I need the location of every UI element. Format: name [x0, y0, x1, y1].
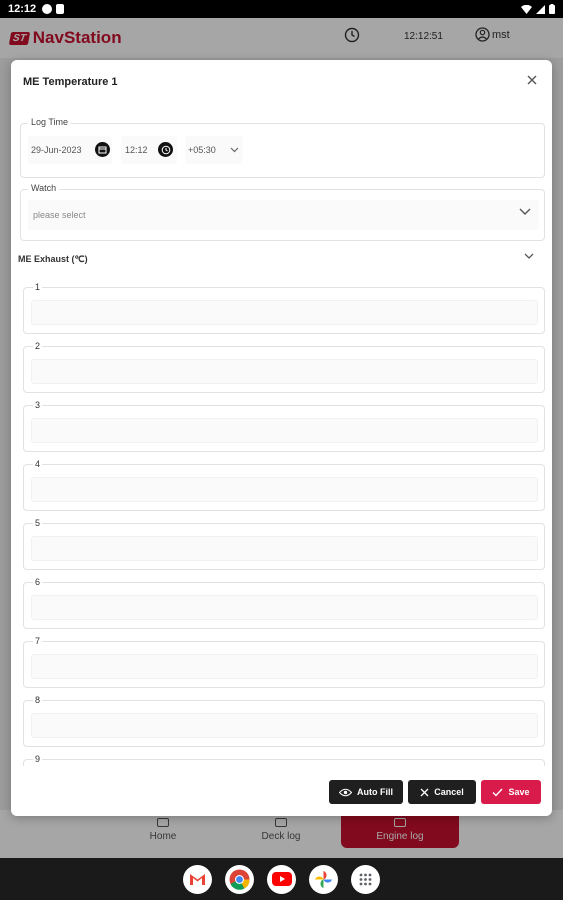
chevron-down-icon: [519, 208, 531, 215]
android-dock: [0, 858, 563, 900]
apps-grid-icon[interactable]: [351, 864, 380, 894]
auto-fill-button[interactable]: Auto Fill: [329, 780, 403, 804]
cancel-label: Cancel: [434, 787, 464, 797]
log-time-group: Log Time 29-Jun-2023 12:12 +05:30: [20, 117, 545, 178]
auto-fill-label: Auto Fill: [357, 787, 393, 797]
me-exhaust-section-header[interactable]: ME Exhaust (℃): [18, 252, 538, 266]
field-input[interactable]: [31, 595, 538, 620]
section-title: ME Exhaust (℃): [18, 253, 88, 264]
exhaust-field: 3: [23, 400, 545, 452]
exhaust-field: 8: [23, 695, 545, 747]
field-label: 4: [33, 459, 43, 469]
timezone-value: +05:30: [188, 145, 216, 155]
exhaust-field: 1: [23, 282, 545, 334]
status-bar: 12:12: [0, 0, 563, 18]
clock-picker-icon[interactable]: [158, 142, 173, 157]
me-temperature-dialog: ME Temperature 1 Log Time 29-Jun-2023 12…: [11, 60, 552, 816]
field-label: 5: [33, 518, 43, 528]
exhaust-field: 5: [23, 518, 545, 570]
exhaust-field: 6: [23, 577, 545, 629]
battery-icon: [549, 4, 555, 14]
field-label: 6: [33, 577, 43, 587]
field-label: 3: [33, 400, 43, 410]
status-time: 12:12: [8, 3, 37, 15]
save-label: Save: [508, 787, 530, 797]
watch-placeholder: please select: [33, 210, 86, 220]
check-icon: [492, 788, 503, 797]
exhaust-field: 2: [23, 341, 545, 393]
log-time-label: Log Time: [28, 117, 72, 127]
storage-status-icon: [56, 4, 65, 14]
signal-icon: [536, 4, 545, 14]
field-label: 2: [33, 341, 43, 351]
chevron-down-icon: [524, 253, 534, 259]
exhaust-field: 7: [23, 636, 545, 688]
wifi-icon: [521, 4, 532, 14]
settings-status-icon: [42, 4, 53, 14]
dialog-title: ME Temperature 1: [23, 76, 118, 88]
date-picker[interactable]: 29-Jun-2023: [28, 136, 112, 164]
calendar-icon[interactable]: [95, 142, 110, 157]
photos-icon[interactable]: [309, 864, 338, 894]
date-value: 29-Jun-2023: [31, 145, 82, 155]
watch-select[interactable]: please select: [28, 200, 539, 230]
chevron-down-icon: [230, 147, 239, 153]
field-label: 1: [33, 282, 43, 292]
exhaust-field-list[interactable]: 1 2 3 4 5 6 7 8 9: [23, 282, 545, 766]
field-label: 8: [33, 695, 43, 705]
close-icon[interactable]: [524, 72, 540, 88]
exhaust-field: 4: [23, 459, 545, 511]
cancel-button[interactable]: Cancel: [408, 780, 476, 804]
field-input[interactable]: [31, 654, 538, 679]
field-input[interactable]: [31, 713, 538, 738]
eye-icon: [339, 788, 352, 796]
time-picker[interactable]: 12:12: [121, 136, 177, 164]
time-value: 12:12: [125, 145, 148, 155]
watch-group: Watch please select: [20, 183, 545, 241]
field-input[interactable]: [31, 536, 538, 561]
field-input[interactable]: [31, 418, 538, 443]
close-icon: [420, 788, 429, 796]
timezone-select[interactable]: +05:30: [185, 136, 243, 164]
field-input[interactable]: [31, 300, 538, 325]
gmail-icon[interactable]: [183, 864, 212, 894]
chrome-icon[interactable]: [225, 864, 254, 894]
field-label: 7: [33, 636, 43, 646]
youtube-icon[interactable]: [267, 864, 296, 894]
field-label: 9: [33, 754, 43, 764]
field-input[interactable]: [31, 359, 538, 384]
watch-label: Watch: [28, 183, 60, 193]
exhaust-field: 9: [23, 754, 545, 766]
field-input[interactable]: [31, 477, 538, 502]
dialog-actions: Auto Fill Cancel Save: [329, 780, 541, 804]
save-button[interactable]: Save: [481, 780, 541, 804]
